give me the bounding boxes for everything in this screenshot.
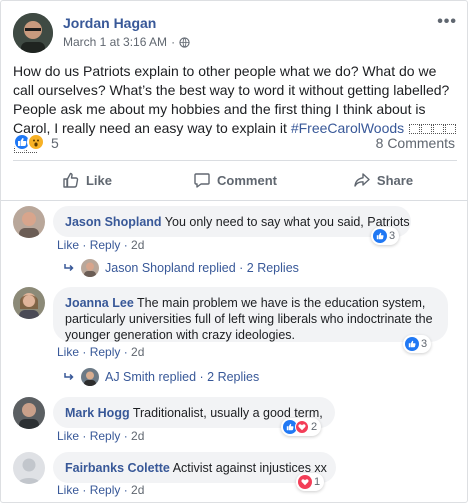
comment-reactions[interactable]: 3 <box>371 227 400 245</box>
comment-reactions[interactable]: 3 <box>403 335 432 353</box>
commenter-name[interactable]: Jason Shopland <box>65 215 162 229</box>
comment-time[interactable]: 2d <box>131 483 144 497</box>
replies-count: 2 Replies <box>207 370 260 384</box>
replier-avatar <box>81 368 99 386</box>
love-reaction-icon <box>298 475 312 489</box>
comment-count[interactable]: 8 Comments <box>376 135 455 151</box>
replied-label: replied <box>198 261 236 275</box>
reaction-icons[interactable] <box>13 133 45 151</box>
replier-avatar <box>81 259 99 277</box>
post-meta: March 1 at 3:16 AM · <box>63 35 190 49</box>
commenter-name[interactable]: Fairbanks Colette <box>65 461 170 475</box>
like-button[interactable]: Like <box>13 165 161 195</box>
comment-reaction-count: 3 <box>421 338 428 350</box>
reaction-count[interactable]: 5 <box>51 135 59 151</box>
commenter-avatar[interactable] <box>13 287 45 319</box>
wow-reaction-icon <box>27 133 45 151</box>
replier-name: AJ Smith <box>105 370 156 384</box>
more-options-icon[interactable]: ••• <box>437 13 457 31</box>
thumbs-up-icon <box>63 172 79 188</box>
reply-arrow-icon <box>64 264 74 272</box>
comment-button[interactable]: Comment <box>161 165 309 195</box>
meta-separator: · <box>171 35 176 49</box>
replies-count: 2 Replies <box>246 261 299 275</box>
reply-arrow-icon <box>64 373 74 381</box>
comment-time[interactable]: 2d <box>131 238 144 252</box>
share-icon <box>354 173 370 187</box>
comment-item: Mark Hogg Traditionalist, usually a good… <box>13 397 463 443</box>
comment-reaction-count: 1 <box>314 476 321 488</box>
comment-time[interactable]: 2d <box>131 345 144 359</box>
commenter-name[interactable]: Joanna Lee <box>65 296 134 310</box>
comment-links: Like · Reply · 2d <box>57 483 145 497</box>
like-label: Like <box>85 172 112 188</box>
divider <box>1 200 468 201</box>
share-label: Share <box>376 172 414 188</box>
comment-text: You only need to say what you said, Patr… <box>164 215 410 229</box>
post-card: Jordan Hagan March 1 at 3:16 AM · ••• Ho… <box>0 0 468 503</box>
comment-like-link[interactable]: Like <box>57 345 79 359</box>
globe-icon <box>179 36 190 48</box>
commenter-avatar[interactable] <box>13 397 45 429</box>
comment-reply-link[interactable]: Reply <box>90 345 121 359</box>
author-name[interactable]: Jordan Hagan <box>63 15 156 31</box>
comment-reply-link[interactable]: Reply <box>90 483 121 497</box>
comment-item: Joanna Lee The main problem we have is t… <box>13 287 463 359</box>
commenter-avatar[interactable] <box>13 452 45 484</box>
divider <box>13 160 457 161</box>
comment-icon <box>194 173 210 188</box>
comment-bubble: Joanna Lee The main problem we have is t… <box>53 287 448 342</box>
share-button[interactable]: Share <box>309 165 457 195</box>
post-actions: Like Comment Share <box>13 165 457 195</box>
reactions-summary: 5 8 Comments <box>13 133 457 153</box>
comment-time[interactable]: 2d <box>131 429 144 443</box>
comment-links: Like · Reply · 2d <box>57 429 145 443</box>
comment-like-link[interactable]: Like <box>57 238 79 252</box>
comment-reaction-count: 3 <box>389 230 396 242</box>
comment-like-link[interactable]: Like <box>57 429 79 443</box>
comment-reply-link[interactable]: Reply <box>90 429 121 443</box>
love-reaction-icon <box>295 420 309 434</box>
replier-name: Jason Shopland <box>105 261 195 275</box>
view-replies[interactable]: Jason Shopland replied · 2 Replies <box>63 259 299 277</box>
replied-label: replied <box>158 370 197 384</box>
comment-links: Like · Reply · 2d <box>57 238 145 252</box>
comment-links: Like · Reply · 2d <box>57 345 145 359</box>
like-reaction-icon <box>373 229 387 243</box>
comment-label: Comment <box>217 172 277 188</box>
comment-bubble: Fairbanks Colette Activist against injus… <box>53 452 336 483</box>
like-reaction-icon <box>405 337 419 351</box>
author-avatar[interactable] <box>13 13 53 53</box>
comment-bubble: Jason Shopland You only need to say what… <box>53 206 411 237</box>
comment-item: Jason Shopland You only need to say what… <box>13 206 463 262</box>
comment-reactions[interactable]: 1 <box>296 473 325 491</box>
comment-like-link[interactable]: Like <box>57 483 79 497</box>
comment-reactions[interactable]: 2 <box>281 418 322 436</box>
commenter-avatar[interactable] <box>13 206 45 238</box>
view-replies[interactable]: AJ Smith replied · 2 Replies <box>63 368 259 386</box>
commenter-name[interactable]: Mark Hogg <box>65 406 130 420</box>
post-header: Jordan Hagan March 1 at 3:16 AM · ••• <box>13 13 457 53</box>
comment-reply-link[interactable]: Reply <box>90 238 121 252</box>
comment-item: Fairbanks Colette Activist against injus… <box>13 452 463 498</box>
comment-reaction-count: 2 <box>311 421 318 433</box>
post-timestamp[interactable]: March 1 at 3:16 AM <box>63 35 167 49</box>
